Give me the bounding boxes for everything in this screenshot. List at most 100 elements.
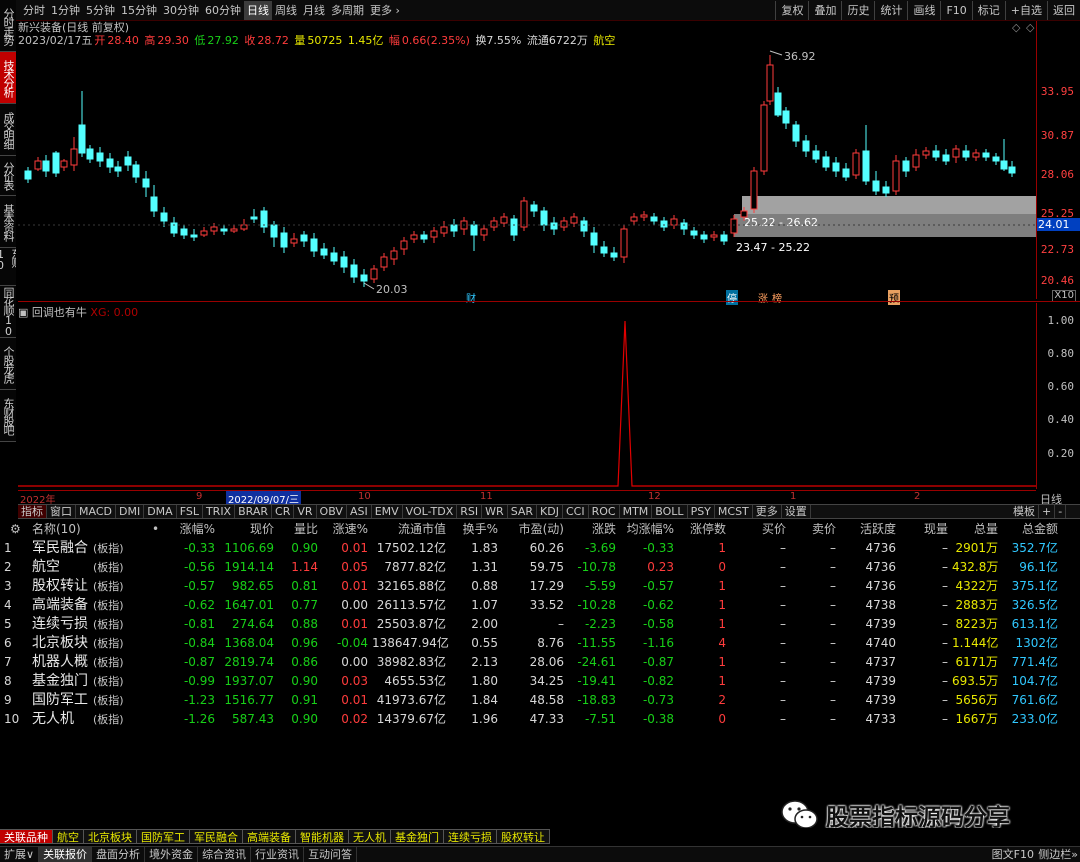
indicator-tab[interactable]: MTM	[620, 505, 653, 518]
period-tab[interactable]: 周线	[272, 1, 300, 20]
indicator-tab[interactable]: ROC	[589, 505, 620, 518]
table-row[interactable]: 5 连续亏损 (板指) -0.81 274.64 0.88 0.01 25503.87亿 2.0…	[0, 615, 1080, 634]
column-header[interactable]: 市盈(动)	[502, 520, 564, 539]
bottom-tab[interactable]: 行业资讯	[251, 847, 305, 862]
indicator-tab[interactable]: CR	[272, 505, 295, 518]
column-header[interactable]: 活跃度	[852, 520, 896, 539]
indicator-tab[interactable]: KDJ	[537, 505, 563, 518]
sector-tab[interactable]: 智能机器	[296, 829, 349, 844]
sector-tab[interactable]: 航空	[53, 829, 84, 844]
indicator-tab[interactable]: DMA	[144, 505, 177, 518]
toolbar-button[interactable]: 统计	[874, 1, 907, 20]
bottom-tab[interactable]: 互动问答	[304, 847, 358, 862]
period-tab[interactable]: 更多 ›	[367, 1, 403, 20]
period-tab[interactable]: 30分钟	[160, 1, 202, 20]
bottom-tab[interactable]: 盘面分析	[92, 847, 146, 862]
indicator-tab[interactable]: 设置	[782, 505, 811, 518]
period-tab[interactable]: 5分钟	[83, 1, 118, 20]
table-row[interactable]: 8 基金独门 (板指) -0.99 1937.07 0.90 0.03 4655.53亿 1.8…	[0, 672, 1080, 691]
indicator-tab[interactable]: MCST	[715, 505, 753, 518]
indicator-tab[interactable]: OBV	[317, 505, 347, 518]
table-row[interactable]: 3 股权转让 (板指) -0.57 982.65 0.81 0.01 32165.88亿 0.8…	[0, 577, 1080, 596]
side-tab[interactable]: 东财股吧	[0, 390, 16, 442]
table-row[interactable]: 6 北京板块 (板指) -0.84 1368.04 0.96 -0.04 138647.94亿…	[0, 634, 1080, 653]
column-header[interactable]: 名称(10)	[32, 520, 92, 539]
period-tab[interactable]: 1分钟	[48, 1, 83, 20]
side-tab[interactable]: 分价表	[0, 156, 16, 196]
toolbar-button[interactable]: 叠加	[808, 1, 841, 20]
sector-tab[interactable]: 北京板块	[84, 829, 137, 844]
toolbar-button[interactable]: 标记	[971, 1, 1005, 20]
indicator-tab[interactable]: TRIX	[203, 505, 236, 518]
side-tab[interactable]: 技术分析	[0, 52, 16, 104]
bottom-tab[interactable]: 综合资讯	[198, 847, 252, 862]
column-header[interactable]: 涨速%	[326, 520, 368, 539]
indicator-tab[interactable]: FSL	[177, 505, 203, 518]
column-header[interactable]: 总金额	[1004, 520, 1058, 539]
gear-icon[interactable]: ⚙	[10, 520, 21, 539]
bottom-tab[interactable]: 境外资金	[145, 847, 199, 862]
sector-tab[interactable]: 基金独门	[391, 829, 444, 844]
column-header[interactable]: 卖价	[806, 520, 836, 539]
side-tab[interactable]: 同花顺10	[0, 286, 16, 338]
indicator-tab[interactable]: PSY	[688, 505, 715, 518]
column-header[interactable]: 量比	[282, 520, 318, 539]
sector-tab[interactable]: 无人机	[349, 829, 391, 844]
sector-tab[interactable]: 国防军工	[137, 829, 190, 844]
indicator-tab[interactable]: 更多	[753, 505, 782, 518]
signal-indicator-chart[interactable]	[18, 303, 1036, 489]
period-tab[interactable]: 60分钟	[202, 1, 244, 20]
bottom-tab[interactable]: 关联报价	[39, 847, 93, 862]
table-row[interactable]: 2 航空 (板指) -0.56 1914.14 1.14 0.05 7877.82亿 1.31 5…	[0, 558, 1080, 577]
kline-chart[interactable]: 25.22 - 26.62 23.47 - 25.22 36.92 20.03	[18, 21, 1036, 299]
side-tab[interactable]: 基本资料	[0, 196, 16, 248]
column-header[interactable]: 总量	[952, 520, 998, 539]
period-tab[interactable]: 月线	[300, 1, 328, 20]
template-button[interactable]: -	[1055, 505, 1067, 518]
period-tab[interactable]: 15分钟	[118, 1, 160, 20]
sector-tab[interactable]: 军民融合	[190, 829, 243, 844]
toolbar-button[interactable]: +自选	[1004, 1, 1047, 20]
sector-tab[interactable]: 连续亏损	[444, 829, 497, 844]
bottom-tab[interactable]: 扩展∨	[0, 847, 40, 862]
toolbar-button[interactable]: F10	[940, 1, 971, 20]
table-row[interactable]: 4 高端装备 (板指) -0.62 1647.01 0.77 0.00 26113.57亿 1.…	[0, 596, 1080, 615]
table-row[interactable]: 9 国防军工 (板指) -1.23 1516.77 0.91 0.01 41973.67亿 1.…	[0, 691, 1080, 710]
template-button[interactable]: 模板	[1010, 505, 1039, 518]
indicator-tab[interactable]: VR	[294, 505, 317, 518]
period-tab[interactable]: 日线	[244, 1, 272, 20]
column-header[interactable]: 现价	[222, 520, 274, 539]
indicator-tab[interactable]: VOL-TDX	[403, 505, 458, 518]
indicator-tab[interactable]: MACD	[76, 505, 116, 518]
sector-tab[interactable]: 股权转让	[497, 829, 550, 844]
sector-tab[interactable]: 关联品种	[0, 829, 53, 844]
table-row[interactable]: 1 军民融合 (板指) -0.33 1106.69 0.90 0.01 17502.12亿 1.…	[0, 539, 1080, 558]
table-row[interactable]: 7 机器人概 (板指) -0.87 2819.74 0.86 0.00 38982.83亿 2.…	[0, 653, 1080, 672]
indicator-tab[interactable]: CCI	[563, 505, 589, 518]
table-row[interactable]: 10 无人机 (板指) -1.26 587.43 0.90 0.02 14379.67亿 1.9…	[0, 710, 1080, 729]
sector-tab[interactable]: 高端装备	[243, 829, 296, 844]
f10-button[interactable]: 图文F10	[992, 847, 1034, 862]
indicator-tab[interactable]: SAR	[508, 505, 538, 518]
indicator-tab[interactable]: BRAR	[235, 505, 273, 518]
toolbar-button[interactable]: 返回	[1047, 1, 1080, 20]
indicator-tab[interactable]: ASI	[347, 505, 372, 518]
column-header[interactable]: 涨幅%	[165, 520, 215, 539]
indicator-tab[interactable]: BOLL	[652, 505, 688, 518]
toolbar-button[interactable]: 历史	[841, 1, 874, 20]
toolbar-button[interactable]: 复权	[775, 1, 808, 20]
indicator-tab[interactable]: 窗口	[47, 505, 76, 518]
column-header[interactable]: 买价	[756, 520, 786, 539]
template-button[interactable]: +	[1039, 505, 1056, 518]
side-tab[interactable]: 成交明细	[0, 104, 16, 156]
column-header[interactable]: 均涨幅%	[620, 520, 674, 539]
column-header[interactable]: 现量	[910, 520, 948, 539]
period-tab[interactable]: 分时	[20, 1, 48, 20]
indicator-tab[interactable]: DMI	[116, 505, 145, 518]
sidebar-toggle[interactable]: 侧边栏»	[1038, 847, 1078, 862]
column-header[interactable]: 涨停数	[684, 520, 726, 539]
column-header[interactable]: 流通市值	[372, 520, 446, 539]
period-tab[interactable]: 多周期	[328, 1, 367, 20]
column-header[interactable]: •	[152, 520, 162, 539]
side-tab[interactable]: 个股龙虎	[0, 338, 16, 390]
